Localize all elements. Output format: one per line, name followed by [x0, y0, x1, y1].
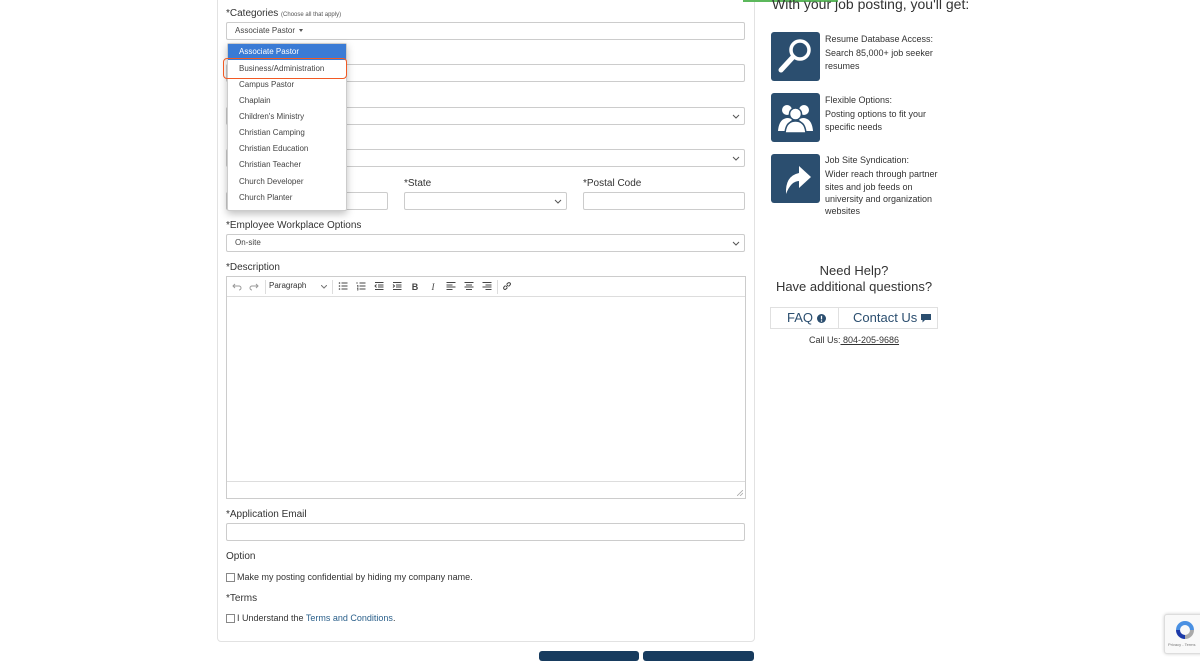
align-right-icon[interactable]	[481, 281, 493, 293]
dropdown-option[interactable]: Christian Camping	[228, 125, 346, 141]
feature-title: Flexible Options:	[825, 95, 893, 105]
categories-selected-value: Associate Pastor	[235, 26, 296, 35]
feature-text: Posting options to fit your specific nee…	[825, 109, 927, 132]
option-label: Option	[226, 551, 256, 562]
bottom-button-2[interactable]	[643, 651, 754, 661]
feature-resume: Resume Database Access: Search 85,000+ j…	[825, 33, 940, 72]
state-select[interactable]	[404, 192, 567, 210]
need-help-heading: Need Help?	[819, 263, 889, 278]
indent-icon[interactable]	[391, 281, 403, 293]
align-left-icon[interactable]	[445, 281, 457, 293]
feature-syndication: Job Site Syndication: Wider reach throug…	[825, 154, 940, 217]
recaptcha-text: Privacy - Terms	[1168, 642, 1196, 647]
share-arrow-icon	[771, 154, 820, 203]
postal-code-label: *Postal Code	[583, 178, 642, 189]
confidential-text: Make my posting confidential by hiding m…	[237, 572, 473, 582]
chevron-down-icon	[321, 285, 327, 289]
dropdown-option[interactable]: Church Planter	[228, 190, 346, 206]
magnifier-icon	[771, 32, 820, 81]
chevron-down-icon	[554, 199, 562, 204]
confidential-checkbox[interactable]	[226, 573, 235, 582]
paragraph-format-select[interactable]: Paragraph	[269, 281, 306, 290]
dropdown-option[interactable]: Christian Education	[228, 141, 346, 157]
terms-label: *Terms	[226, 593, 258, 604]
state-label: *State	[404, 178, 432, 189]
additional-questions-heading: Have additional questions?	[775, 279, 933, 294]
call-us-line: Call Us: 804-205-9686	[808, 335, 900, 345]
exclamation-circle-icon	[816, 314, 826, 323]
feature-text: Wider reach through partner sites and jo…	[825, 169, 938, 217]
bold-icon[interactable]: B	[409, 281, 421, 293]
align-center-icon[interactable]	[463, 281, 475, 293]
faq-link[interactable]: FAQ	[787, 310, 826, 325]
editor-statusbar	[227, 481, 745, 498]
link-icon[interactable]	[501, 281, 513, 293]
dropdown-option[interactable]: Children's Ministry	[228, 109, 346, 125]
categories-select[interactable]: Associate Pastor	[226, 22, 745, 40]
contact-us-link[interactable]: Contact Us	[853, 310, 931, 325]
chevron-down-icon	[732, 241, 740, 246]
feature-flexible: Flexible Options: Posting options to fit…	[825, 94, 940, 133]
recaptcha-badge[interactable]: Privacy - Terms	[1164, 614, 1200, 654]
dropdown-option[interactable]: Campus Pastor	[228, 77, 346, 93]
people-icon	[771, 93, 820, 142]
editor-content-area[interactable]	[227, 297, 745, 482]
italic-icon[interactable]: I	[427, 281, 439, 293]
dropdown-option[interactable]: Chaplain	[228, 93, 346, 109]
feature-title: Job Site Syndication:	[825, 155, 910, 165]
editor-toolbar: Paragraph B I	[227, 277, 745, 297]
numbered-list-icon[interactable]	[355, 281, 367, 293]
description-label: *Description	[226, 262, 280, 273]
terms-checkbox[interactable]	[226, 614, 235, 623]
sidebar-title: With your job posting, you'll get:	[772, 0, 970, 12]
feature-text: Search 85,000+ job seeker resumes	[825, 48, 933, 71]
postal-code-input[interactable]	[583, 192, 745, 210]
comment-icon	[920, 314, 931, 323]
chevron-down-icon	[732, 114, 740, 119]
workplace-value: On-site	[235, 238, 261, 247]
resize-handle-icon[interactable]	[737, 490, 743, 496]
terms-link[interactable]: Terms and Conditions	[306, 613, 393, 623]
workplace-select[interactable]: On-site	[226, 234, 745, 252]
application-email-input[interactable]	[226, 523, 745, 541]
caret-down-icon	[299, 29, 304, 33]
dropdown-option[interactable]: Christian Teacher	[228, 157, 346, 173]
dropdown-option[interactable]: Church Developer	[228, 174, 346, 190]
redo-icon[interactable]	[248, 281, 260, 293]
outdent-icon[interactable]	[373, 281, 385, 293]
phone-link[interactable]: 804-205-9686	[840, 335, 899, 345]
bullet-list-icon[interactable]	[337, 281, 349, 293]
chevron-down-icon	[732, 156, 740, 161]
paragraph-label: Paragraph	[269, 281, 307, 290]
recaptcha-icon	[1176, 621, 1194, 639]
focus-highlight	[223, 58, 347, 79]
application-email-label: *Application Email	[226, 509, 307, 520]
terms-text: I Understand the Terms and Conditions.	[237, 613, 396, 623]
feature-title: Resume Database Access:	[825, 34, 934, 44]
bottom-button-1[interactable]	[539, 651, 639, 661]
undo-icon[interactable]	[231, 281, 243, 293]
categories-label: *Categories (Choose all that apply)	[226, 8, 342, 19]
description-editor: Paragraph B I	[226, 276, 746, 499]
workplace-label: *Employee Workplace Options	[226, 220, 362, 231]
